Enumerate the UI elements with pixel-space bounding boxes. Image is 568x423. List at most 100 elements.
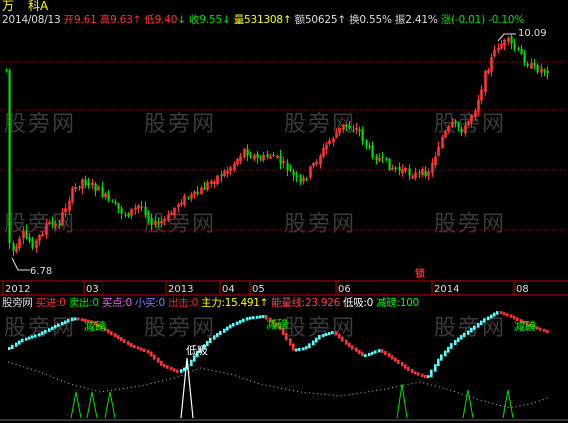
energy-step (421, 373, 424, 377)
candle-body (513, 43, 516, 49)
energy-step (434, 364, 437, 372)
energy-step (543, 328, 546, 332)
candle-body (520, 48, 523, 55)
amplitude-value: 2.41% (405, 14, 438, 26)
candle-body (87, 183, 90, 187)
quote-info-bar: 2014/08/13 开9.61 高9.63↑ 低9.40↓ 收9.55↓ 量5… (2, 14, 524, 27)
candle-body (101, 186, 104, 197)
dotted-signal-line (7, 361, 549, 409)
energy-step (232, 323, 235, 327)
energy-step (424, 374, 427, 379)
energy-step (397, 359, 400, 364)
time-axis-label: 03 (86, 284, 99, 295)
time-axis-label: 04 (222, 284, 235, 295)
candle-body (8, 70, 11, 244)
energy-step (513, 315, 516, 320)
change-pct-value: -0.10% (488, 14, 525, 26)
energy-step (503, 312, 506, 316)
energy-step (15, 342, 18, 347)
energy-step (160, 360, 163, 366)
candle-body (94, 184, 97, 192)
amount-label: 额 (294, 14, 306, 26)
candle-body (460, 128, 463, 133)
reduce-signal-label: 减磅 (84, 320, 106, 333)
energy-step (77, 317, 80, 321)
main-force-label: 主力: (201, 297, 225, 309)
energy-step (114, 333, 117, 338)
up-arrow-icon: ↑ (337, 14, 346, 26)
energy-step (67, 319, 70, 323)
energy-step (153, 354, 156, 360)
energy-step (229, 324, 232, 329)
time-axis-label: 2013 (168, 284, 194, 295)
energy-step (110, 331, 113, 336)
candle-body (220, 174, 223, 177)
amplitude-label: 振 (394, 14, 406, 26)
candle-body (299, 175, 302, 183)
energy-step (335, 331, 338, 336)
energy-step (407, 366, 410, 372)
candle-body (84, 179, 87, 185)
energy-step (28, 336, 31, 340)
candle-body (368, 145, 371, 148)
energy-step (289, 338, 292, 346)
energy-step (246, 317, 249, 321)
energy-step (190, 359, 193, 367)
energy-step (150, 351, 153, 357)
energy-step (285, 333, 288, 341)
low-value: 9.40 (154, 14, 178, 26)
energy-step (401, 362, 404, 367)
energy-step (64, 320, 67, 324)
energy-step (239, 320, 242, 324)
candle-body (523, 52, 526, 64)
candle-body (78, 186, 81, 188)
price-chart[interactable] (0, 0, 568, 423)
energy-step (368, 352, 371, 357)
energy-step (500, 311, 503, 315)
turnover-value: 0.55% (359, 14, 392, 26)
high-label: 高 (99, 14, 111, 26)
energy-step (427, 375, 430, 379)
candle-body (286, 162, 289, 171)
time-axis-label: 06 (338, 284, 351, 295)
candle-body (140, 206, 143, 208)
turnover-label: 换 (349, 14, 360, 26)
buy-point-value: 0 (125, 297, 132, 309)
min-price-label: 6.78 (30, 266, 53, 277)
high-value: 9.63 (110, 14, 133, 26)
energy-step (378, 349, 381, 353)
energy-step (480, 320, 483, 326)
buy-value: 0 (59, 297, 66, 309)
energy-step (249, 316, 252, 320)
up-arrow-icon: ↑ (132, 14, 142, 26)
event-marker[interactable]: 锁 (415, 268, 425, 281)
energy-step (236, 321, 239, 326)
energy-step (252, 316, 255, 320)
candle-body (543, 69, 546, 72)
energy-step (166, 365, 169, 369)
down-arrow-icon: ↓ (221, 14, 231, 26)
time-axis-label: 05 (252, 284, 265, 295)
up-arrow-icon: ↑ (259, 297, 269, 309)
candle-body (114, 202, 117, 204)
energy-step (163, 363, 166, 368)
reduce-spike (396, 383, 408, 419)
candle-body (28, 237, 31, 242)
candle-body (348, 125, 351, 129)
candle-body (510, 36, 513, 44)
candle-body (375, 156, 378, 160)
candle-body (352, 130, 355, 132)
energy-step (48, 328, 51, 332)
candle-body (394, 167, 397, 169)
energy-step (61, 321, 64, 326)
low-buy-label: 低吸: (343, 297, 367, 309)
candle-body (398, 167, 401, 171)
candle-body (196, 191, 199, 195)
close-label: 收 (189, 14, 200, 26)
energy-step (467, 330, 470, 335)
reduce-value: 100 (399, 297, 419, 309)
candle-body (187, 197, 190, 199)
energy-step (308, 343, 311, 349)
indicator-name[interactable]: 股旁网 (2, 297, 33, 309)
energy-step (140, 347, 143, 351)
